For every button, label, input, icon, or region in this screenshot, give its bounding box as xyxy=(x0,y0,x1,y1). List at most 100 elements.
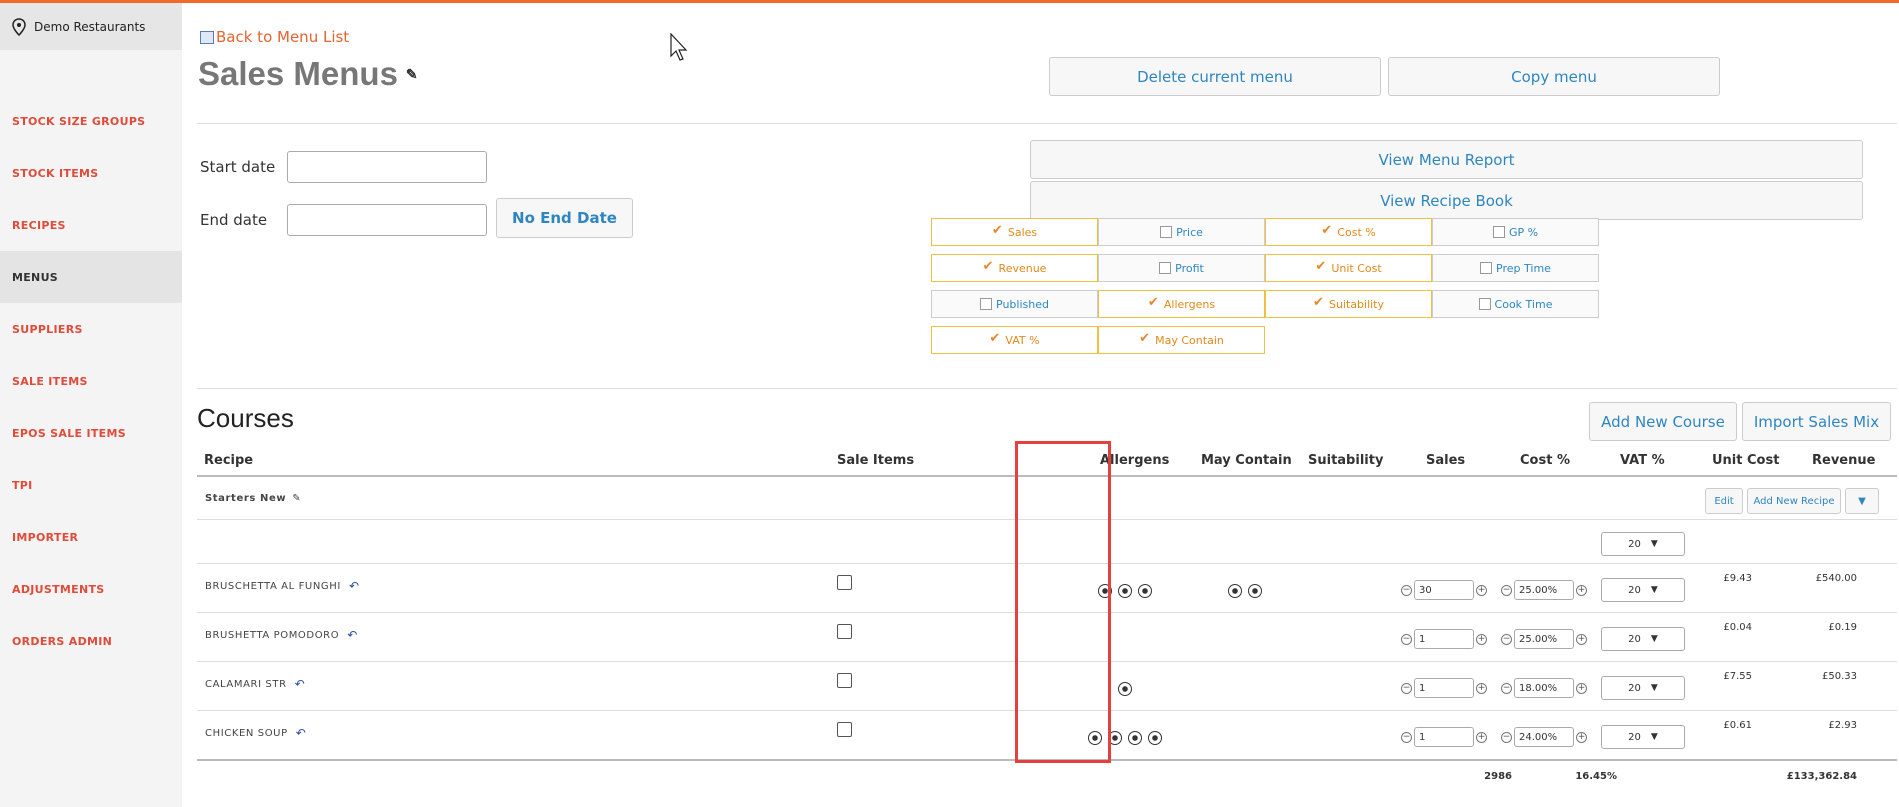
cost-stepper-input[interactable]: 24.00% xyxy=(1514,727,1574,747)
delete-menu-button[interactable]: Delete current menu xyxy=(1049,57,1381,96)
sidebar-item-tpi[interactable]: TPI xyxy=(0,459,182,511)
column-toggle-cost[interactable]: Cost % xyxy=(1265,218,1432,246)
copy-menu-button[interactable]: Copy menu xyxy=(1388,57,1720,96)
revert-icon[interactable]: ↶ xyxy=(347,628,358,642)
divider xyxy=(197,388,1897,389)
increment-icon[interactable]: + xyxy=(1576,731,1587,743)
view-menu-report-button[interactable]: View Menu Report xyxy=(1030,140,1863,179)
column-toggle-allergens[interactable]: Allergens xyxy=(1098,290,1265,318)
course-group-name: Starters New ✎ xyxy=(205,493,301,504)
total-vat: 16.45% xyxy=(1575,771,1617,782)
vat-select[interactable]: 20 ▼ xyxy=(1601,725,1685,749)
increment-icon[interactable]: + xyxy=(1576,633,1587,645)
column-toggle-published[interactable]: Published xyxy=(931,290,1098,318)
sidebar-item-suppliers[interactable]: SUPPLIERS xyxy=(0,303,182,355)
increment-icon[interactable]: + xyxy=(1576,584,1587,596)
increment-icon[interactable]: + xyxy=(1576,682,1587,694)
increment-icon[interactable]: + xyxy=(1476,633,1487,645)
column-toggle-label: Profit xyxy=(1175,261,1204,275)
column-toggle-prep-time[interactable]: Prep Time xyxy=(1432,254,1599,282)
course-options-dropdown[interactable]: ▼ xyxy=(1845,488,1879,514)
vat-select[interactable]: 20 ▼ xyxy=(1601,627,1685,651)
brand-selector[interactable]: Demo Restaurants xyxy=(0,3,182,50)
recipe-name: CALAMARI STR ↶ xyxy=(205,677,305,691)
column-toggle-profit[interactable]: Profit xyxy=(1098,254,1265,282)
column-toggle-unit-cost[interactable]: Unit Cost xyxy=(1265,254,1432,282)
cost-stepper-input[interactable]: 18.00% xyxy=(1514,678,1574,698)
decrement-icon[interactable]: − xyxy=(1401,633,1412,645)
column-toggle-may-contain[interactable]: May Contain xyxy=(1098,326,1265,354)
edit-title-icon[interactable]: ✎ xyxy=(406,66,418,83)
sidebar-item-importer[interactable]: IMPORTER xyxy=(0,511,182,563)
revert-icon[interactable]: ↶ xyxy=(296,726,307,740)
sales-stepper-input[interactable]: 1 xyxy=(1414,727,1474,747)
sale-item-checkbox[interactable] xyxy=(837,575,852,590)
view-recipe-book-button[interactable]: View Recipe Book xyxy=(1030,181,1863,220)
end-date-input[interactable] xyxy=(287,204,487,236)
column-toggle-cook-time[interactable]: Cook Time xyxy=(1432,290,1599,318)
cost-stepper-input[interactable]: 25.00% xyxy=(1514,629,1574,649)
may-contain-icon xyxy=(1248,584,1262,598)
add-new-recipe-button[interactable]: Add New Recipe xyxy=(1747,488,1841,514)
may-contain-icon xyxy=(1228,584,1242,598)
course-vat-select[interactable]: 20 ▼ xyxy=(1601,532,1685,556)
sale-item-checkbox[interactable] xyxy=(837,673,852,688)
decrement-icon[interactable]: − xyxy=(1501,633,1512,645)
sidebar-item-adjustments[interactable]: ADJUSTMENTS xyxy=(0,563,182,615)
decrement-icon[interactable]: − xyxy=(1401,584,1412,596)
column-toggle-gp[interactable]: GP % xyxy=(1432,218,1599,246)
column-toggle-suitability[interactable]: Suitability xyxy=(1265,290,1432,318)
sidebar-item-orders-admin[interactable]: ORDERS ADMIN xyxy=(0,615,182,667)
edit-course-button[interactable]: Edit xyxy=(1705,488,1743,514)
sidebar-item-stock-size-groups[interactable]: STOCK SIZE GROUPS xyxy=(0,95,182,147)
revert-icon[interactable]: ↶ xyxy=(295,677,306,691)
location-pin-icon xyxy=(12,17,26,36)
no-end-date-button[interactable]: No End Date xyxy=(496,198,633,238)
column-header-unit-cost: Unit Cost xyxy=(1712,453,1780,468)
sidebar-item-menus[interactable]: MENUS xyxy=(0,251,182,303)
column-toggle-price[interactable]: Price xyxy=(1098,218,1265,246)
page-title: Sales Menus ✎ xyxy=(198,55,418,93)
sales-stepper-input[interactable]: 1 xyxy=(1414,678,1474,698)
sidebar-item-recipes[interactable]: RECIPES xyxy=(0,199,182,251)
checked-icon xyxy=(983,259,995,274)
checked-icon xyxy=(1315,259,1327,274)
sales-stepper-input[interactable]: 1 xyxy=(1414,629,1474,649)
checked-icon xyxy=(1313,295,1325,310)
sidebar-item-stock-items[interactable]: STOCK ITEMS xyxy=(0,147,182,199)
decrement-icon[interactable]: − xyxy=(1501,682,1512,694)
decrement-icon[interactable]: − xyxy=(1401,731,1412,743)
increment-icon[interactable]: + xyxy=(1476,731,1487,743)
total-revenue: £133,362.84 xyxy=(1786,771,1857,782)
sidebar-item-sale-items[interactable]: SALE ITEMS xyxy=(0,355,182,407)
sales-stepper: −1 + xyxy=(1401,629,1487,649)
cost-stepper-input[interactable]: 25.00% xyxy=(1514,580,1574,600)
column-toggle-vat[interactable]: VAT % xyxy=(931,326,1098,354)
revert-icon[interactable]: ↶ xyxy=(349,579,360,593)
caret-down-icon: ▼ xyxy=(1650,539,1658,549)
main-content: Back to Menu List Sales Menus ✎ Delete c… xyxy=(182,3,1899,807)
recipe-name: BRUSHETTA POMODORO ↶ xyxy=(205,628,358,642)
unchecked-box-icon xyxy=(1480,262,1493,274)
edit-course-icon[interactable]: ✎ xyxy=(292,493,301,504)
start-date-input[interactable] xyxy=(287,151,487,183)
column-toggle-sales[interactable]: Sales xyxy=(931,218,1098,246)
unchecked-box-icon xyxy=(1478,298,1491,310)
decrement-icon[interactable]: − xyxy=(1501,731,1512,743)
sales-stepper-input[interactable]: 30 xyxy=(1414,580,1474,600)
import-sales-mix-button[interactable]: Import Sales Mix xyxy=(1742,402,1891,441)
decrement-icon[interactable]: − xyxy=(1401,682,1412,694)
back-to-menu-list-link[interactable]: Back to Menu List xyxy=(200,28,349,46)
sale-item-checkbox[interactable] xyxy=(837,722,852,737)
vat-select[interactable]: 20 ▼ xyxy=(1601,676,1685,700)
decrement-icon[interactable]: − xyxy=(1501,584,1512,596)
column-toggle-revenue[interactable]: Revenue xyxy=(931,254,1098,282)
vat-select[interactable]: 20 ▼ xyxy=(1601,578,1685,602)
add-new-course-button[interactable]: Add New Course xyxy=(1589,402,1737,441)
increment-icon[interactable]: + xyxy=(1476,584,1487,596)
increment-icon[interactable]: + xyxy=(1476,682,1487,694)
sale-item-checkbox[interactable] xyxy=(837,624,852,639)
column-toggle-label: Revenue xyxy=(998,261,1047,275)
sidebar-item-epos-sale-items[interactable]: EPOS SALE ITEMS xyxy=(0,407,182,459)
total-sales: 2986 xyxy=(1484,771,1512,782)
